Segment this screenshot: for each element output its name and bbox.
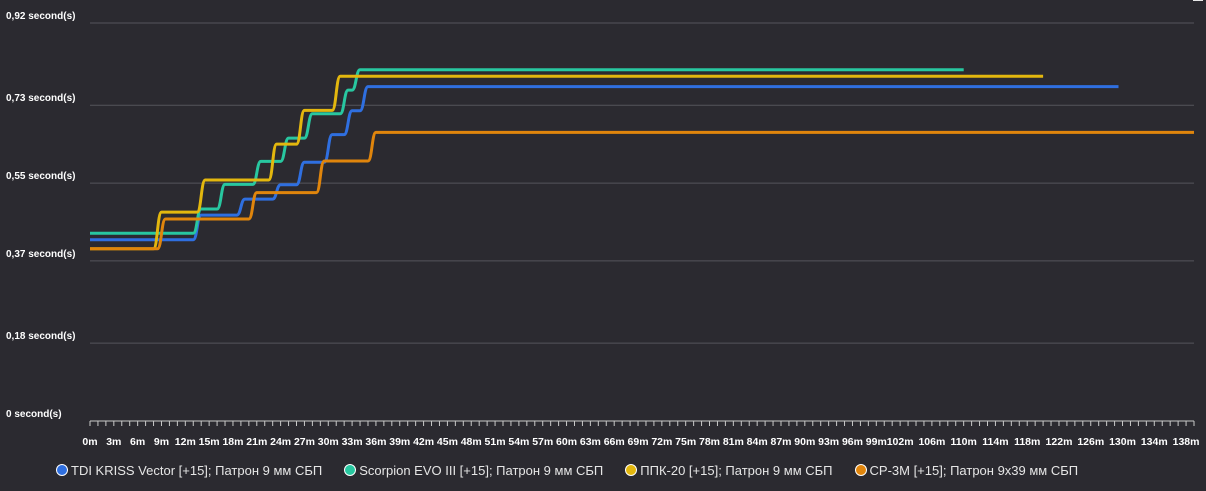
x-tick-label: 51m: [485, 436, 506, 448]
x-tick-label: 110m: [951, 436, 977, 448]
legend-label: TDI KRISS Vector [+15]; Патрон 9 мм СБП: [71, 462, 323, 478]
step-line-chart: 0 second(s) 0,18 second(s) 0,37 second(s) 0…: [6, 11, 1199, 448]
x-tick-label: 78m: [699, 436, 720, 448]
x-tick-label: 102m: [887, 436, 914, 448]
x-tick-label: 106m: [918, 436, 945, 448]
legend-item[interactable]: СР-3М [+15]; Патрон 9х39 мм СБП: [854, 462, 1079, 478]
legend-item[interactable]: ППК-20 [+15]; Патрон 9 мм СБП: [625, 462, 833, 478]
x-tick-label: 138m: [1173, 436, 1200, 448]
x-tick-label: 9m: [154, 436, 169, 448]
series-lines: [90, 68, 1194, 251]
x-tick-label: 6m: [130, 436, 145, 448]
y-tick-label: 0,73 second(s): [6, 93, 75, 104]
x-tick-label: 57m: [532, 436, 553, 448]
x-tick-label: 87m: [770, 436, 791, 448]
y-tick-label: 0 second(s): [6, 409, 62, 420]
y-tick-label: 0,55 second(s): [6, 171, 75, 182]
legend-marker-icon: [56, 464, 68, 476]
y-axis-labels: 0 second(s) 0,18 second(s) 0,37 second(s) 0…: [6, 11, 75, 420]
x-tick-label: 114m: [982, 436, 1008, 448]
series-line: [90, 85, 1119, 242]
x-tick-label: 90m: [794, 436, 815, 448]
legend-marker-icon: [625, 464, 638, 476]
x-tick-label: 130m: [1109, 436, 1136, 448]
x-tick-label: 63m: [580, 436, 601, 448]
x-tick-label: 118m: [1014, 436, 1040, 448]
legend-marker-icon: [854, 464, 867, 476]
x-tick-label: 3m: [106, 436, 121, 448]
x-tick-label: 15m: [199, 436, 220, 448]
x-tick-label: 54m: [508, 436, 529, 448]
x-tick-label: 81m: [723, 436, 744, 448]
x-tick-label: 134m: [1141, 436, 1168, 448]
legend-label: СР-3М [+15]; Патрон 9х39 мм СБП: [869, 462, 1079, 478]
x-tick-label: 72m: [651, 436, 672, 448]
x-axis: [89, 420, 1195, 426]
x-tick-label: 66m: [604, 436, 625, 448]
x-tick-label: 93m: [818, 436, 839, 448]
chart-container: 0 second(s) 0,18 second(s) 0,37 second(s) 0…: [0, 0, 1206, 491]
legend-marker-icon: [344, 464, 357, 476]
x-tick-label: 60m: [556, 436, 577, 448]
x-tick-label: 12m: [175, 436, 196, 448]
series-line: [90, 68, 964, 235]
series-line: [90, 74, 1044, 251]
legend-item[interactable]: TDI KRISS Vector [+15]; Патрон 9 мм СБП: [56, 463, 322, 478]
x-tick-label: 69m: [628, 436, 649, 448]
x-tick-label: 27m: [294, 436, 315, 448]
legend-label: ППК-20 [+15]; Патрон 9 мм СБП: [640, 462, 833, 478]
x-tick-label: 126m: [1077, 436, 1104, 448]
x-tick-label: 33m: [342, 436, 363, 448]
y-tick-label: 0,37 second(s): [6, 249, 75, 260]
x-tick-label: 122m: [1046, 436, 1073, 448]
x-tick-label: 21m: [246, 436, 267, 448]
series-line: [90, 130, 1194, 251]
y-tick-label: 0,92 second(s): [6, 11, 75, 22]
x-tick-label: 0m: [82, 436, 97, 448]
x-tick-label: 30m: [318, 436, 339, 448]
x-tick-label: 48m: [461, 436, 482, 448]
x-tick-label: 84m: [747, 436, 768, 448]
legend-label: Scorpion EVO III [+15]; Патрон 9 мм СБП: [359, 462, 604, 478]
x-tick-label: 99m: [866, 436, 887, 448]
chart-menu-icon[interactable]: [1193, 0, 1203, 6]
x-axis-labels: 0m 3m 6m 9m 12m 15m 18m 21m 24m 27m 30m 33m 36m 39m 42…: [82, 436, 1199, 448]
y-tick-label: 0,18 second(s): [6, 331, 75, 342]
x-tick-label: 42m: [413, 436, 434, 448]
x-tick-label: 39m: [389, 436, 410, 448]
x-tick-label: 96m: [842, 436, 863, 448]
legend: TDI KRISS Vector [+15]; Патрон 9 мм СБП S…: [56, 459, 1078, 481]
x-tick-label: 45m: [437, 436, 458, 448]
x-tick-label: 24m: [270, 436, 291, 448]
x-tick-label: 36m: [365, 436, 386, 448]
legend-item[interactable]: Scorpion EVO III [+15]; Патрон 9 мм СБП: [344, 463, 603, 478]
x-tick-label: 75m: [675, 436, 696, 448]
x-tick-label: 18m: [222, 436, 243, 448]
